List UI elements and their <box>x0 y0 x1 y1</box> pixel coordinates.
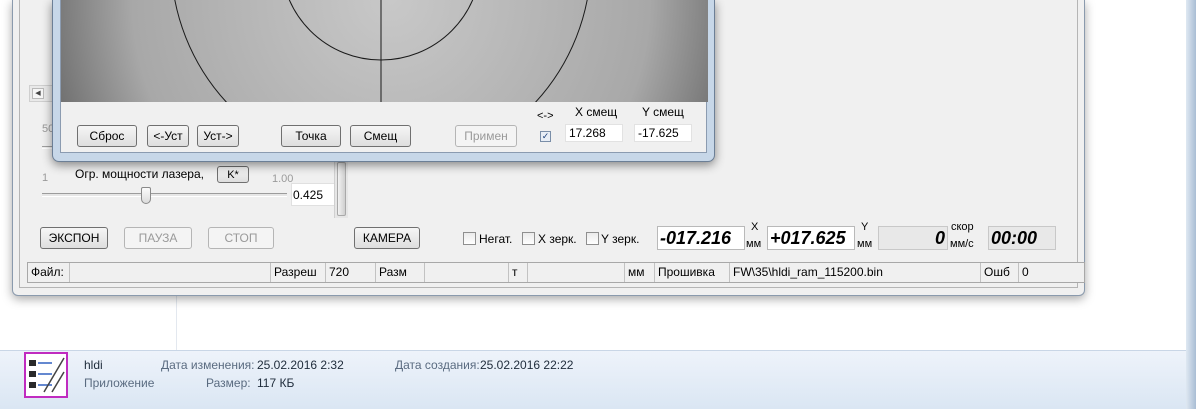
set-left-button[interactable]: <-Уст <box>147 125 189 147</box>
explorer-column-divider <box>176 296 177 350</box>
vertical-scrollbar[interactable] <box>334 160 348 218</box>
timer-readout: 00:00 <box>988 226 1056 250</box>
set-right-button[interactable]: Уст-> <box>197 125 239 147</box>
application-icon-svg <box>29 357 65 393</box>
y-shift-label: Y смещ <box>642 105 684 119</box>
shift-button[interactable]: Смещ <box>350 125 411 147</box>
explorer-scrollbar-edge[interactable] <box>1186 0 1196 409</box>
status-mm-label: мм <box>625 263 655 282</box>
swap-checkbox[interactable]: ✓ <box>540 131 551 142</box>
status-file-label: Файл: <box>28 263 70 282</box>
file-name: hldi <box>84 358 103 372</box>
speed-label: скор <box>951 221 974 233</box>
status-t-label: т <box>509 263 528 282</box>
y-mirror-checkbox-label[interactable]: Y зерк. <box>601 232 639 246</box>
negative-checkbox-label[interactable]: Негат. <box>479 232 512 246</box>
status-resolution-label: Разреш <box>271 263 326 282</box>
status-t-value <box>528 263 625 282</box>
camera-button[interactable]: КАМЕРА <box>354 227 420 249</box>
negative-checkbox[interactable] <box>463 232 476 245</box>
expose-button[interactable]: ЭКСПОН <box>40 227 108 249</box>
y-mirror-checkbox[interactable] <box>586 232 599 245</box>
status-firmware-value: FW\35\hldi_ram_115200.bin <box>730 263 981 282</box>
y-unit-label: мм <box>857 238 873 250</box>
status-error-label: Ошб <box>981 263 1019 282</box>
y-position-readout: +017.625 <box>767 226 855 250</box>
x-mirror-checkbox[interactable] <box>522 232 535 245</box>
x-shift-input[interactable]: 17.268 <box>565 124 623 142</box>
x-axis-label: X <box>751 221 759 233</box>
x-shift-label: X смещ <box>575 105 618 119</box>
k-star-button[interactable]: K* <box>217 166 249 183</box>
modified-date-value: 25.02.2016 2:32 <box>257 358 344 372</box>
speed-readout: 0 <box>878 226 948 250</box>
file-size-label: Размер: <box>206 376 251 390</box>
swap-label: <-> <box>537 110 554 122</box>
laser-min-label: 1 <box>42 172 49 184</box>
status-file-value <box>70 263 271 282</box>
application-icon <box>24 352 68 398</box>
camera-preview-svg <box>61 0 708 102</box>
file-size-value: 117 КБ <box>257 376 295 390</box>
speed-unit-label: мм/с <box>950 238 974 250</box>
status-size-value <box>425 263 509 282</box>
laser-power-limit-label: Огр. мощности лазера, <box>75 167 204 181</box>
apply-button[interactable]: Примен <box>455 125 517 147</box>
file-type: Приложение <box>84 376 155 390</box>
status-firmware-label: Прошивка <box>655 263 730 282</box>
status-size-label: Разм <box>376 263 425 282</box>
x-unit-label: мм <box>746 238 762 250</box>
y-shift-input[interactable]: -17.625 <box>634 124 692 142</box>
vertical-scrollbar-thumb[interactable] <box>337 162 346 216</box>
stop-button[interactable]: СТОП <box>208 227 274 249</box>
camera-preview-image[interactable] <box>61 0 708 102</box>
status-bar: Файл: Разреш 720 Разм т мм Прошивка FW\3… <box>27 262 1085 283</box>
laser-power-slider-thumb[interactable] <box>141 187 151 204</box>
checkmark-icon: ✓ <box>541 131 550 141</box>
scroll-left-arrow-icon[interactable]: ◀ <box>32 88 44 99</box>
x-position-readout: -017.216 <box>657 226 745 250</box>
created-date-label: Дата создания: <box>395 358 480 372</box>
x-mirror-checkbox-label[interactable]: X зерк. <box>538 232 577 246</box>
status-error-value: 0 <box>1022 265 1029 279</box>
laser-power-value: 0.425 <box>291 183 335 206</box>
point-button[interactable]: Точка <box>281 125 341 147</box>
reset-button[interactable]: Сброс <box>77 125 137 147</box>
y-axis-label: Y <box>861 221 869 233</box>
status-resolution-value: 720 <box>326 263 376 282</box>
camera-shift-dialog: Сброс <-Уст Уст-> Точка Смещ Примен <-> … <box>52 0 715 162</box>
dialog-client-area: Сброс <-Уст Уст-> Точка Смещ Примен <-> … <box>60 0 708 153</box>
pause-button[interactable]: ПАУЗА <box>124 227 192 249</box>
modified-date-label: Дата изменения: <box>161 358 255 372</box>
laser-power-slider[interactable] <box>42 193 287 197</box>
created-date-value: 25.02.2016 22:22 <box>480 358 574 372</box>
